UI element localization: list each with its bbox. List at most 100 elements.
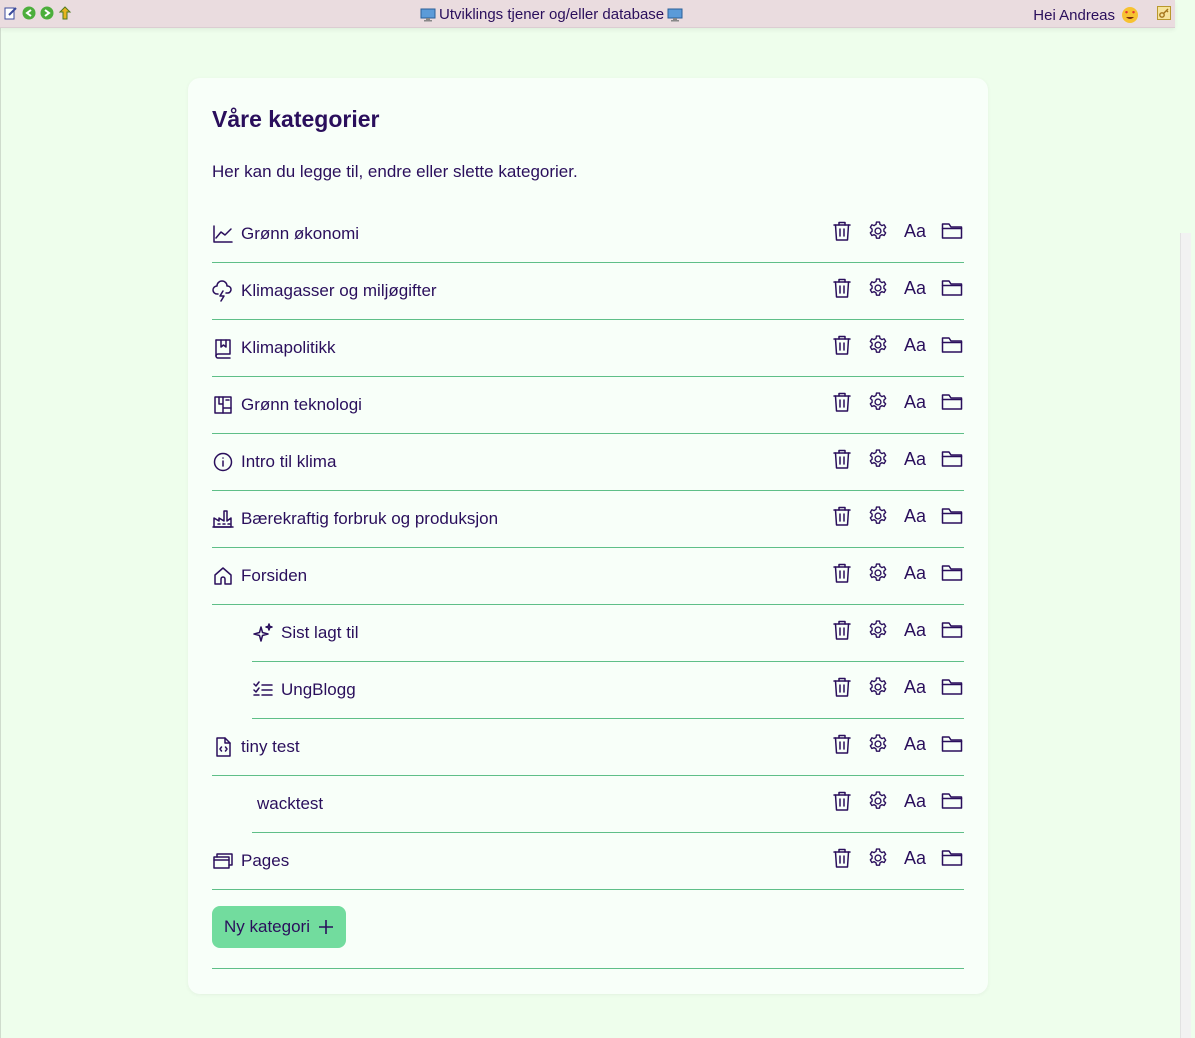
folder-icon[interactable] bbox=[940, 504, 964, 528]
folder-icon[interactable] bbox=[940, 219, 964, 243]
gear-icon[interactable] bbox=[866, 390, 890, 414]
trash-icon[interactable] bbox=[830, 732, 854, 756]
monitor-icon bbox=[420, 8, 436, 21]
gear-icon[interactable] bbox=[866, 789, 890, 813]
category-actions: Aa bbox=[818, 846, 964, 870]
gear-icon[interactable] bbox=[866, 276, 890, 300]
category-actions: Aa bbox=[818, 675, 964, 699]
category-actions: Aa bbox=[818, 504, 964, 528]
plus-icon bbox=[318, 919, 334, 935]
trash-icon[interactable] bbox=[830, 333, 854, 357]
trash-icon[interactable] bbox=[830, 390, 854, 414]
font-size-icon[interactable]: Aa bbox=[902, 447, 928, 471]
folder-icon[interactable] bbox=[940, 276, 964, 300]
gear-icon[interactable] bbox=[866, 333, 890, 357]
category-label[interactable]: Klimapolitikk bbox=[241, 338, 335, 358]
folder-icon[interactable] bbox=[940, 390, 964, 414]
category-actions: Aa bbox=[818, 276, 964, 300]
trash-icon[interactable] bbox=[830, 789, 854, 813]
category-actions: Aa bbox=[818, 390, 964, 414]
category-row[interactable]: Intro til klima Aa bbox=[212, 433, 964, 491]
gear-icon[interactable] bbox=[866, 846, 890, 870]
page-description: Her kan du legge til, endre eller slette… bbox=[212, 162, 578, 181]
category-label[interactable]: Bærekraftig forbruk og produksjon bbox=[241, 509, 498, 529]
category-row[interactable]: Forsiden Aa bbox=[212, 547, 964, 605]
category-label[interactable]: Forsiden bbox=[241, 566, 307, 586]
trash-icon[interactable] bbox=[830, 846, 854, 870]
monitor-icon bbox=[667, 8, 683, 21]
scrollbar[interactable] bbox=[1180, 233, 1191, 1038]
font-size-icon[interactable]: Aa bbox=[902, 219, 928, 243]
category-label[interactable]: Grønn økonomi bbox=[241, 224, 359, 244]
sparkles-icon bbox=[252, 622, 274, 644]
font-size-icon[interactable]: Aa bbox=[902, 846, 928, 870]
folder-icon[interactable] bbox=[940, 789, 964, 813]
font-size-icon[interactable]: Aa bbox=[902, 561, 928, 585]
category-row[interactable]: tiny test Aa bbox=[212, 718, 964, 776]
trash-icon[interactable] bbox=[830, 276, 854, 300]
key-icon[interactable] bbox=[1157, 6, 1171, 25]
category-label[interactable]: Klimagasser og miljøgifter bbox=[241, 281, 437, 301]
font-size-icon[interactable]: Aa bbox=[902, 789, 928, 813]
category-actions: Aa bbox=[818, 561, 964, 585]
font-size-icon[interactable]: Aa bbox=[902, 276, 928, 300]
gear-icon[interactable] bbox=[866, 447, 890, 471]
category-row[interactable]: Klimagasser og miljøgifter Aa bbox=[212, 262, 964, 320]
category-row[interactable]: Sist lagt til Aa bbox=[252, 604, 964, 662]
category-row[interactable]: Grønn teknologi Aa bbox=[212, 376, 964, 434]
trash-icon[interactable] bbox=[830, 618, 854, 642]
category-row[interactable]: Bærekraftig forbruk og produksjon Aa bbox=[212, 490, 964, 548]
category-actions: Aa bbox=[818, 618, 964, 642]
greeting-text: Hei Andreas bbox=[1033, 6, 1115, 24]
cloud-lightning-icon bbox=[212, 279, 234, 302]
gear-icon[interactable] bbox=[866, 219, 890, 243]
category-label[interactable]: Grønn teknologi bbox=[241, 395, 362, 415]
folder-icon[interactable] bbox=[940, 333, 964, 357]
category-label[interactable]: tiny test bbox=[241, 737, 300, 757]
folder-icon[interactable] bbox=[940, 447, 964, 471]
folder-icon[interactable] bbox=[940, 618, 964, 642]
font-size-icon[interactable]: Aa bbox=[902, 504, 928, 528]
trash-icon[interactable] bbox=[830, 561, 854, 585]
upload-icon[interactable] bbox=[58, 6, 72, 20]
font-size-icon[interactable]: Aa bbox=[902, 390, 928, 414]
category-label[interactable]: Intro til klima bbox=[241, 452, 336, 472]
font-size-icon[interactable]: Aa bbox=[902, 732, 928, 756]
trash-icon[interactable] bbox=[830, 447, 854, 471]
gear-icon[interactable] bbox=[866, 732, 890, 756]
folder-icon[interactable] bbox=[940, 675, 964, 699]
category-label[interactable]: Sist lagt til bbox=[281, 623, 358, 643]
windows-stack-icon bbox=[212, 850, 234, 872]
categories-card: Våre kategorier Her kan du legge til, en… bbox=[188, 78, 988, 994]
category-row[interactable]: Klimapolitikk Aa bbox=[212, 319, 964, 377]
page-title: Våre kategorier bbox=[212, 106, 380, 132]
category-label[interactable]: UngBlogg bbox=[281, 680, 356, 700]
trash-icon[interactable] bbox=[830, 219, 854, 243]
gear-icon[interactable] bbox=[866, 561, 890, 585]
edit-page-icon[interactable] bbox=[4, 6, 18, 20]
font-size-icon[interactable]: Aa bbox=[902, 618, 928, 642]
chart-line-icon bbox=[212, 223, 234, 245]
category-label[interactable]: wacktest bbox=[257, 794, 323, 814]
gear-icon[interactable] bbox=[866, 675, 890, 699]
category-row[interactable]: wacktest Aa bbox=[252, 775, 964, 833]
font-size-icon[interactable]: Aa bbox=[902, 333, 928, 357]
bottom-divider bbox=[212, 968, 964, 969]
category-row[interactable]: Pages Aa bbox=[212, 832, 964, 890]
folder-icon[interactable] bbox=[940, 846, 964, 870]
category-label[interactable]: Pages bbox=[241, 851, 289, 871]
forward-arrow-icon[interactable] bbox=[40, 6, 54, 20]
heart-eyes-emoji-icon bbox=[1122, 7, 1138, 23]
folder-icon[interactable] bbox=[940, 561, 964, 585]
category-row[interactable]: UngBlogg Aa bbox=[252, 661, 964, 719]
category-row[interactable]: Grønn økonomi Aa bbox=[212, 205, 964, 263]
new-category-button[interactable]: Ny kategori bbox=[212, 906, 346, 948]
folder-icon[interactable] bbox=[940, 732, 964, 756]
gear-icon[interactable] bbox=[866, 504, 890, 528]
font-size-icon[interactable]: Aa bbox=[902, 675, 928, 699]
back-arrow-icon[interactable] bbox=[22, 6, 36, 20]
trash-icon[interactable] bbox=[830, 504, 854, 528]
trash-icon[interactable] bbox=[830, 675, 854, 699]
environment-title-text: Utviklings tjener og/eller database bbox=[439, 6, 665, 23]
gear-icon[interactable] bbox=[866, 618, 890, 642]
